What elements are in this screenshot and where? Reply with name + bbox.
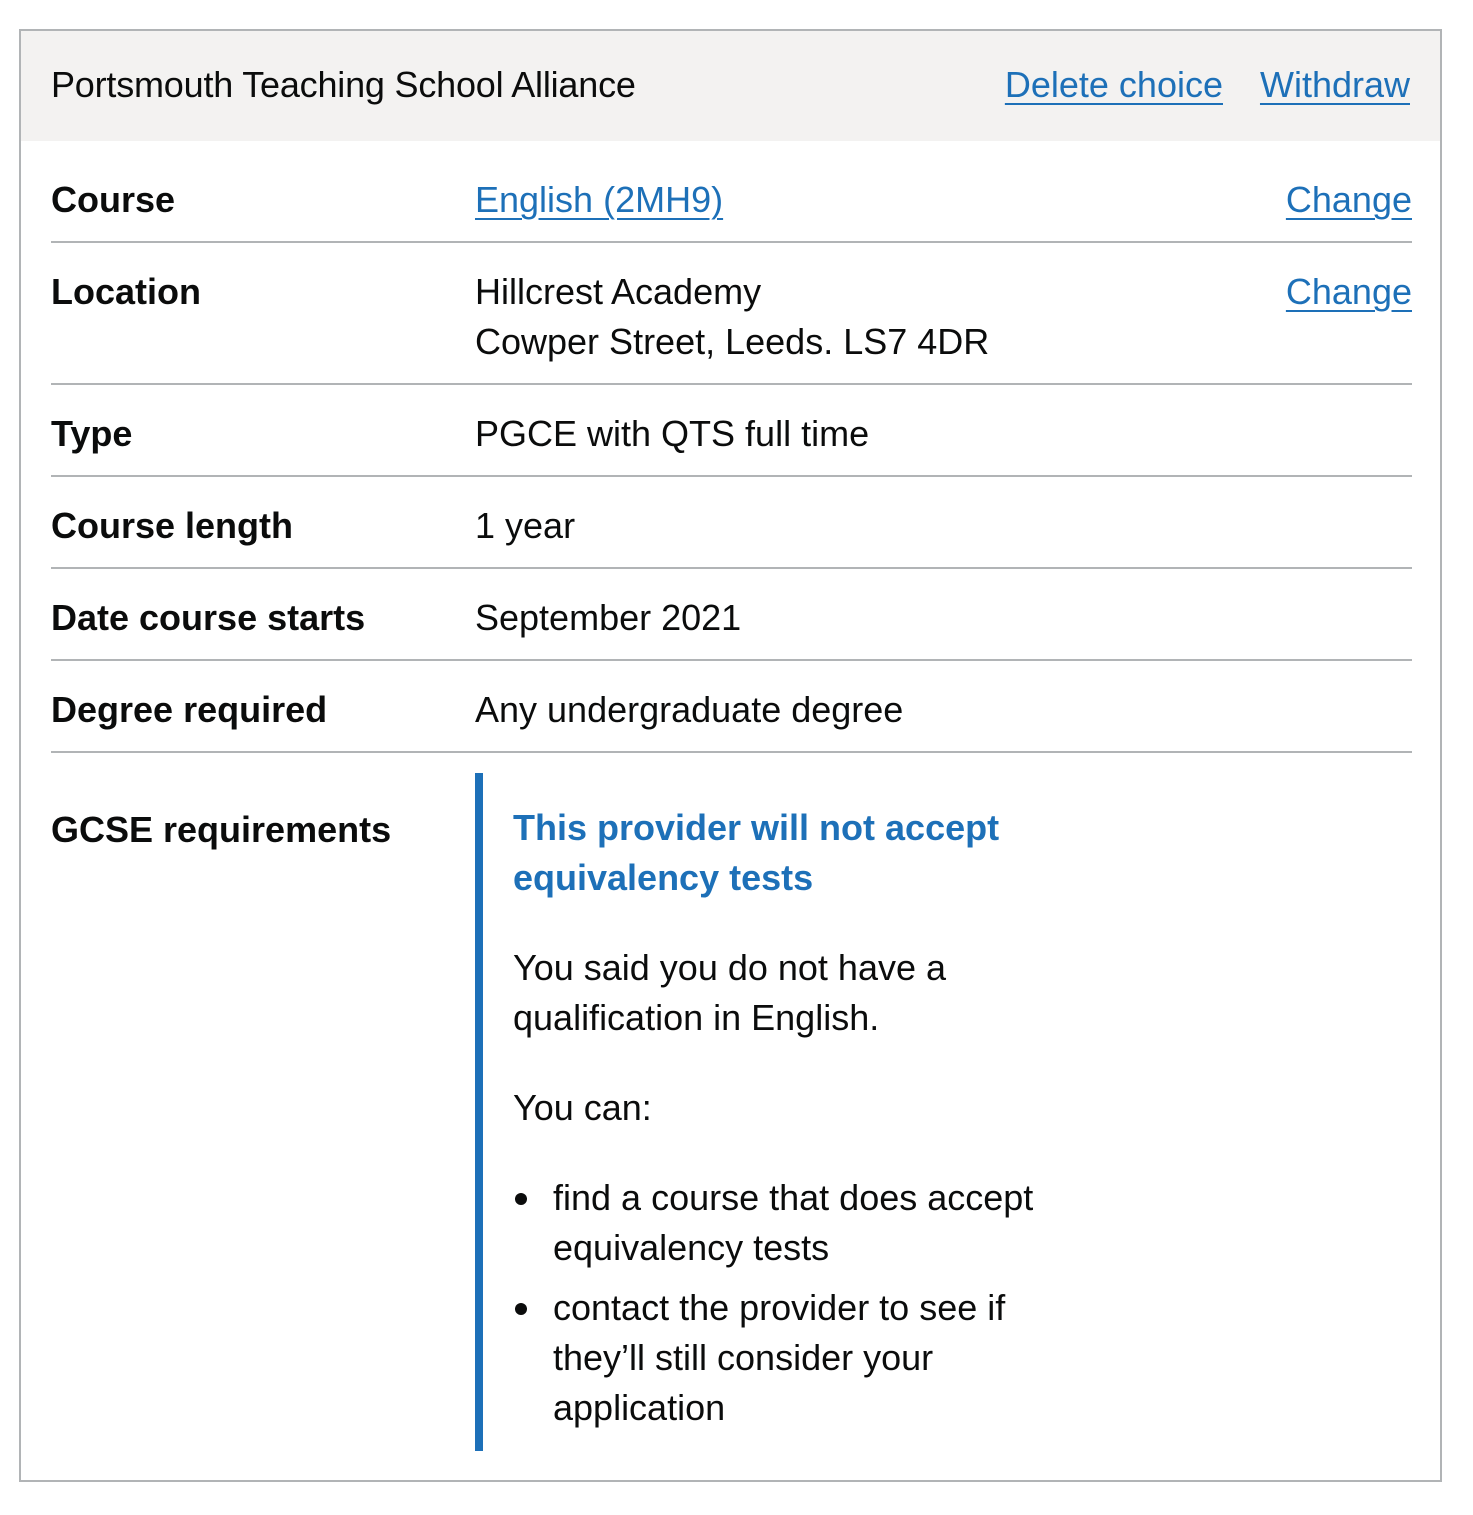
card-header: Portsmouth Teaching School Alliance Dele…: [21, 31, 1440, 141]
summary-key: GCSE requirements: [51, 809, 392, 850]
summary-key: Type: [51, 413, 133, 454]
inset-intro: You can:: [513, 1087, 652, 1128]
summary-value: 1 year: [475, 505, 576, 546]
summary-value: Any undergraduate degree: [475, 689, 904, 730]
list-item-text: contact the provider to see if they’ll s…: [553, 1287, 1006, 1428]
summary-key: Degree required: [51, 689, 328, 730]
course-link[interactable]: English (2MH9): [475, 179, 723, 220]
application-choice-card: Portsmouth Teaching School Alliance Dele…: [19, 29, 1442, 1482]
summary-key: Date course starts: [51, 597, 366, 638]
list-item: find a course that does accept equivalen…: [513, 1173, 1093, 1273]
summary-value: English (2MH9): [475, 175, 723, 225]
summary-value: September 2021: [475, 597, 742, 638]
summary-key: Course length: [51, 505, 294, 546]
summary-value: PGCE with QTS full time: [475, 413, 870, 454]
summary-key: Location: [51, 271, 201, 312]
withdraw-link[interactable]: Withdraw: [1260, 65, 1410, 105]
delete-choice-link[interactable]: Delete choice: [1005, 65, 1223, 105]
summary-row-gcse-requirements: GCSE requirements This provider will not…: [51, 751, 1412, 1461]
change-location-link[interactable]: Change: [1286, 267, 1412, 317]
summary-row-type: Type PGCE with QTS full time: [51, 409, 1412, 477]
summary-row-location: Location Hillcrest Academy Cowper Street…: [51, 267, 1412, 385]
summary-row-date-course-starts: Date course starts September 2021: [51, 593, 1412, 661]
inset-paragraph: You said you do not have a qualification…: [513, 947, 947, 1038]
location-name: Hillcrest Academy: [475, 271, 762, 312]
summary-row-course-length: Course length 1 year: [51, 501, 1412, 569]
summary-row-degree-required: Degree required Any undergraduate degree: [51, 685, 1412, 753]
summary-key: Course: [51, 179, 176, 220]
bullet-icon: [515, 1193, 527, 1205]
provider-name: Portsmouth Teaching School Alliance: [51, 64, 636, 105]
bullet-icon: [515, 1303, 527, 1315]
inset-heading: This provider will not accept equivalenc…: [513, 807, 1000, 898]
inset-options-list: find a course that does accept equivalen…: [513, 1173, 1093, 1433]
change-course-link[interactable]: Change: [1286, 175, 1412, 225]
location-address: Cowper Street, Leeds. LS7 4DR: [475, 321, 990, 362]
list-item-text: find a course that does accept equivalen…: [553, 1177, 1034, 1268]
summary-value: Hillcrest Academy Cowper Street, Leeds. …: [475, 267, 989, 367]
list-item: contact the provider to see if they’ll s…: [513, 1283, 1093, 1433]
gcse-inset-text: This provider will not accept equivalenc…: [475, 773, 1095, 1451]
summary-row-course: Course English (2MH9) Change: [51, 175, 1412, 243]
